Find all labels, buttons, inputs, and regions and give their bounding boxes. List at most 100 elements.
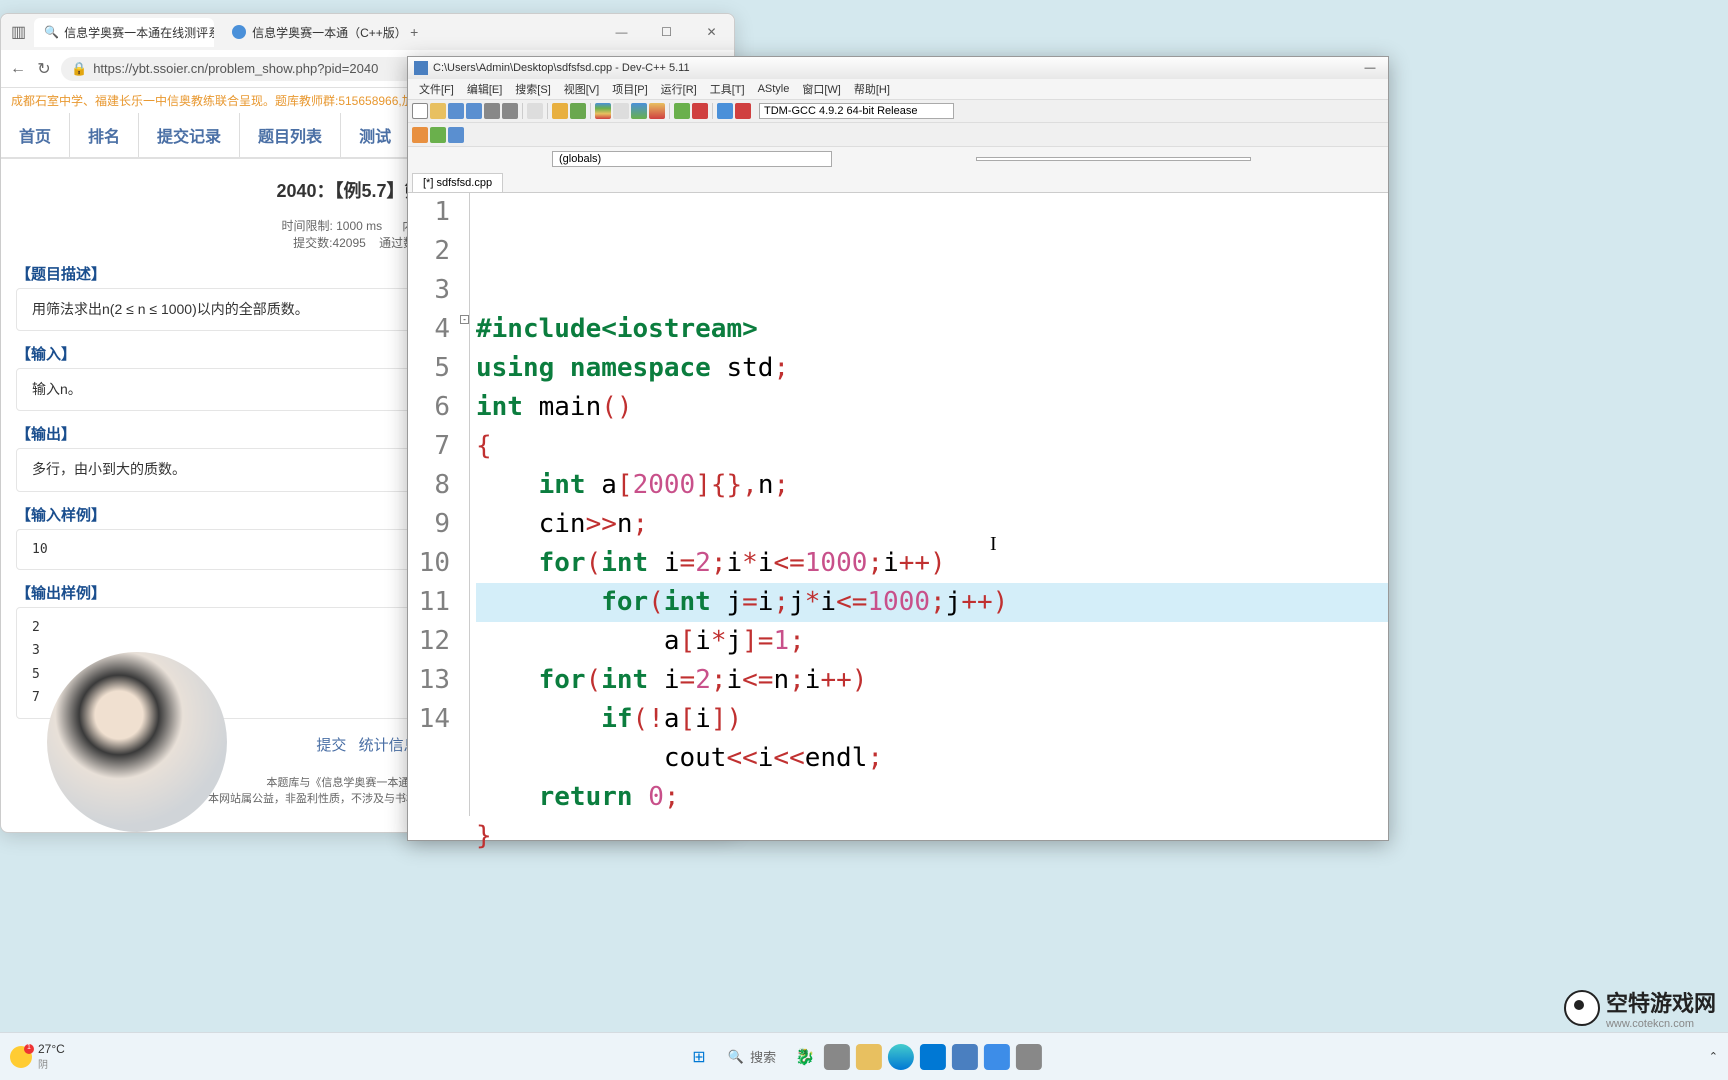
devcpp-titlebar[interactable]: C:\Users\Admin\Desktop\sdfsfsd.cpp - Dev…	[408, 57, 1388, 79]
minimize-button[interactable]: —	[1358, 62, 1382, 74]
menu-edit[interactable]: 编辑[E]	[462, 79, 507, 99]
menu-view[interactable]: 视图[V]	[559, 79, 604, 99]
new-tab-button[interactable]: +	[410, 24, 418, 40]
app-icon[interactable]	[984, 1044, 1010, 1070]
nav-test[interactable]: 测试	[341, 113, 410, 157]
edge-icon[interactable]	[888, 1044, 914, 1070]
menu-window[interactable]: 窗口[W]	[797, 79, 846, 99]
globe-icon	[232, 25, 246, 39]
browser-tab-1[interactable]: 🔍 信息学奥赛一本通在线测评系统 ×	[34, 18, 214, 47]
delete-profile-icon[interactable]	[735, 103, 751, 119]
code-editor[interactable]: 1234567891011121314 - I #include<iostrea…	[408, 193, 1388, 816]
devcpp-toolbar-1: TDM-GCC 4.9.2 64-bit Release	[408, 99, 1388, 123]
browser-titlebar: ▥ 🔍 信息学奥赛一本通在线测评系统 × 信息学奥赛一本通（C++版）在 × +…	[1, 14, 734, 50]
watermark-logo-icon	[1564, 990, 1600, 1026]
open-icon[interactable]	[430, 103, 446, 119]
run-icon[interactable]	[613, 103, 629, 119]
watermark-text: 空特游戏网	[1606, 986, 1716, 1018]
stop-icon[interactable]	[692, 103, 708, 119]
menu-help[interactable]: 帮助[H]	[849, 79, 895, 99]
minimize-button[interactable]: —	[599, 14, 644, 50]
devcpp-taskbar-icon[interactable]	[952, 1044, 978, 1070]
start-icon[interactable]: ⊞	[686, 1044, 712, 1070]
bookmark-icon[interactable]	[448, 127, 464, 143]
line-gutter: 1234567891011121314	[408, 193, 460, 816]
file-tab[interactable]: [*] sdfsfsd.cpp	[412, 173, 503, 192]
system-tray[interactable]: ⌃	[1709, 1050, 1718, 1063]
taskbar-search[interactable]: 🔍 搜索	[718, 1043, 786, 1070]
rebuild-icon[interactable]	[649, 103, 665, 119]
window-controls: — ☐ ✕	[599, 14, 734, 50]
nav-rank[interactable]: 排名	[70, 113, 139, 157]
tabs-menu-icon[interactable]: ▥	[11, 22, 26, 42]
profile-icon[interactable]	[717, 103, 733, 119]
menu-run[interactable]: 运行[R]	[656, 79, 702, 99]
taskview-icon[interactable]	[824, 1044, 850, 1070]
new-class-icon[interactable]	[412, 127, 428, 143]
menu-tools[interactable]: 工具[T]	[705, 79, 750, 99]
close-file-icon[interactable]	[502, 103, 518, 119]
nav-submit[interactable]: 提交记录	[139, 113, 240, 157]
menu-search[interactable]: 搜索[S]	[510, 79, 555, 99]
taskbar-center: ⊞ 🔍 搜索 🐉	[686, 1043, 1042, 1070]
devcpp-window-controls: —	[1358, 62, 1382, 74]
weather-desc: 阴	[38, 1056, 65, 1071]
submit-count: 提交数:42095	[293, 236, 366, 250]
scope-selector[interactable]: (globals)	[552, 151, 832, 167]
menu-project[interactable]: 项目[P]	[607, 79, 652, 99]
search-icon: 🔍	[728, 1049, 744, 1065]
explorer-icon[interactable]	[856, 1044, 882, 1070]
close-button[interactable]: ✕	[689, 14, 734, 50]
redo-icon[interactable]	[570, 103, 586, 119]
goto-icon[interactable]	[430, 127, 446, 143]
weather-temp: 27°C	[38, 1042, 65, 1056]
taskbar: 1 27°C 阴 ⊞ 🔍 搜索 🐉 ⌃	[0, 1032, 1728, 1080]
print-icon[interactable]	[527, 103, 543, 119]
compiler-selector[interactable]: TDM-GCC 4.9.2 64-bit Release	[759, 103, 954, 119]
submit-link[interactable]: 提交	[316, 737, 346, 754]
devcpp-icon	[414, 61, 428, 75]
save-as-icon[interactable]	[484, 103, 500, 119]
maximize-button[interactable]: ☐	[644, 14, 689, 50]
weather-widget[interactable]: 1 27°C 阴	[10, 1042, 65, 1071]
new-file-icon[interactable]	[412, 103, 428, 119]
menu-file[interactable]: 文件[F]	[414, 79, 459, 99]
devcpp-window: C:\Users\Admin\Desktop\sdfsfsd.cpp - Dev…	[407, 56, 1389, 841]
search-placeholder: 搜索	[750, 1047, 776, 1066]
app-icon-2[interactable]	[1016, 1044, 1042, 1070]
devcpp-menubar: 文件[F] 编辑[E] 搜索[S] 视图[V] 项目[P] 运行[R] 工具[T…	[408, 79, 1388, 99]
nav-problems[interactable]: 题目列表	[240, 113, 341, 157]
compile-run-icon[interactable]	[631, 103, 647, 119]
time-limit: 时间限制: 1000 ms	[281, 219, 382, 233]
reload-icon[interactable]: ↻	[35, 60, 53, 78]
lock-icon: 🔒	[71, 61, 87, 77]
code-content[interactable]: I #include<iostream>using namespace std;…	[470, 193, 1388, 816]
tab-title: 信息学奥赛一本通（C++版）在	[252, 24, 402, 41]
tab-title: 信息学奥赛一本通在线测评系统	[64, 24, 214, 41]
save-all-icon[interactable]	[466, 103, 482, 119]
compile-icon[interactable]	[595, 103, 611, 119]
debug-icon[interactable]	[674, 103, 690, 119]
menu-astyle[interactable]: AStyle	[753, 81, 795, 97]
back-icon[interactable]: ←	[9, 60, 27, 78]
browser-tab-2[interactable]: 信息学奥赛一本通（C++版）在 ×	[222, 18, 402, 47]
search-icon: 🔍	[44, 25, 58, 39]
save-icon[interactable]	[448, 103, 464, 119]
file-tab-bar: [*] sdfsfsd.cpp	[408, 171, 1388, 193]
scope-bar: (globals)	[408, 147, 1388, 171]
window-title: C:\Users\Admin\Desktop\sdfsfsd.cpp - Dev…	[433, 62, 690, 74]
watermark-url: www.cotekcn.com	[1606, 1018, 1716, 1030]
store-icon[interactable]	[920, 1044, 946, 1070]
undo-icon[interactable]	[552, 103, 568, 119]
nav-home[interactable]: 首页	[1, 113, 70, 157]
weather-icon: 1	[10, 1046, 32, 1068]
member-selector[interactable]	[976, 157, 1251, 161]
chevron-up-icon[interactable]: ⌃	[1709, 1050, 1718, 1063]
url-text: https://ybt.ssoier.cn/problem_show.php?p…	[93, 61, 378, 76]
devcpp-toolbar-2	[408, 123, 1388, 147]
webcam-overlay	[47, 652, 227, 832]
task-app-icon[interactable]: 🐉	[792, 1044, 818, 1070]
fold-column: -	[460, 193, 470, 816]
watermark: 空特游戏网 www.cotekcn.com	[1564, 986, 1716, 1030]
fold-icon[interactable]: -	[460, 315, 469, 324]
